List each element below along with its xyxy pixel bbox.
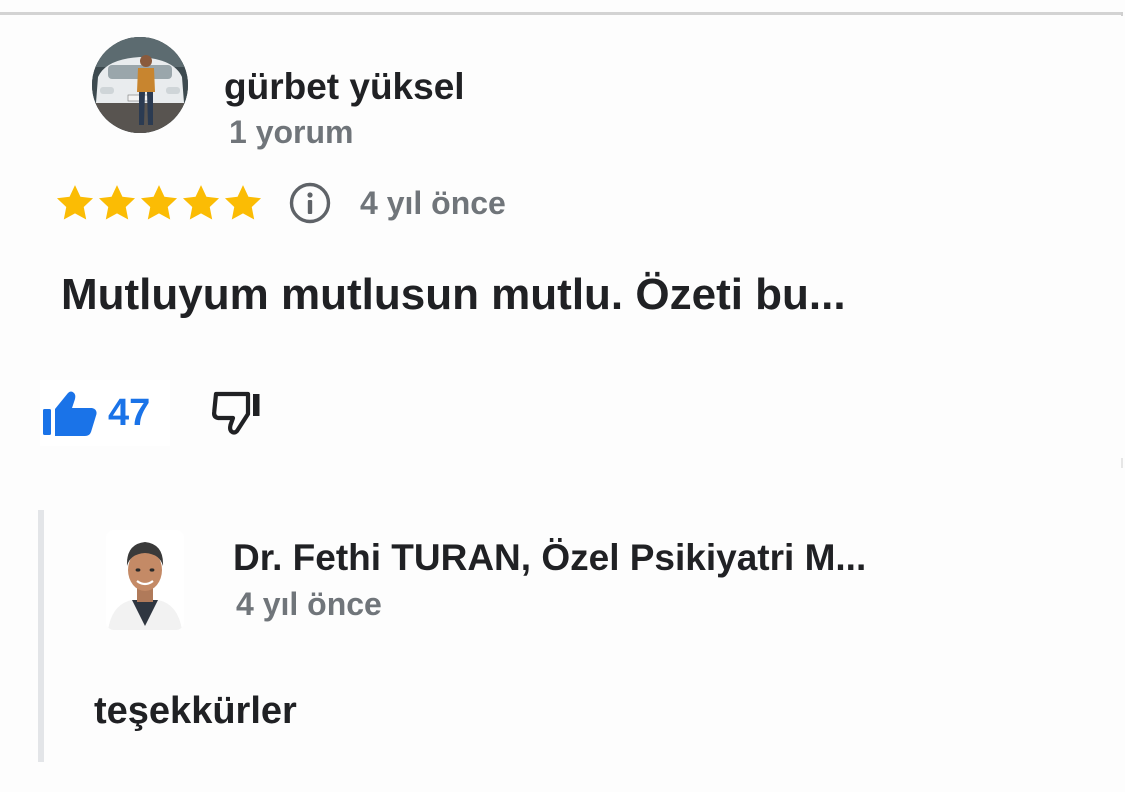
star-icon <box>56 185 94 220</box>
dislike-button[interactable] <box>210 388 266 438</box>
reviewer-review-count: 1 yorum <box>229 114 354 150</box>
reviewer-photo <box>92 37 188 133</box>
edge-mark <box>1121 12 1123 16</box>
review-actions: 47 <box>40 380 266 446</box>
review-card: gürbet yüksel 1 yorum 4 yıl önce Mutluyu… <box>0 0 1125 792</box>
owner-name[interactable]: Dr. Fethi TURAN, Özel Psikiyatri M... <box>233 537 866 579</box>
star-icon <box>140 185 178 220</box>
top-divider <box>0 12 1122 15</box>
star-icon <box>224 185 262 220</box>
review-text[interactable]: Mutluyum mutlusun mutlu. Özeti bu... <box>61 270 846 320</box>
thumb-down-icon <box>212 391 260 435</box>
reviewer-avatar[interactable] <box>92 37 188 133</box>
reply-indent-bar <box>38 510 44 762</box>
thumb-up-icon <box>43 391 97 436</box>
edge-mark <box>1121 458 1123 468</box>
star-icon <box>182 185 220 220</box>
rating-row: 4 yıl önce <box>50 172 506 234</box>
reply-time: 4 yıl önce <box>236 586 382 622</box>
like-count: 47 <box>108 391 151 434</box>
owner-avatar[interactable] <box>106 530 184 630</box>
star-icon <box>98 185 136 220</box>
like-button[interactable]: 47 <box>40 380 171 446</box>
review-time: 4 yıl önce <box>360 184 506 221</box>
owner-photo <box>106 530 184 630</box>
info-icon[interactable] <box>288 181 332 225</box>
reviewer-name[interactable]: gürbet yüksel <box>224 66 465 108</box>
reply-text: teşekkürler <box>94 690 297 732</box>
star-rating <box>50 182 264 224</box>
